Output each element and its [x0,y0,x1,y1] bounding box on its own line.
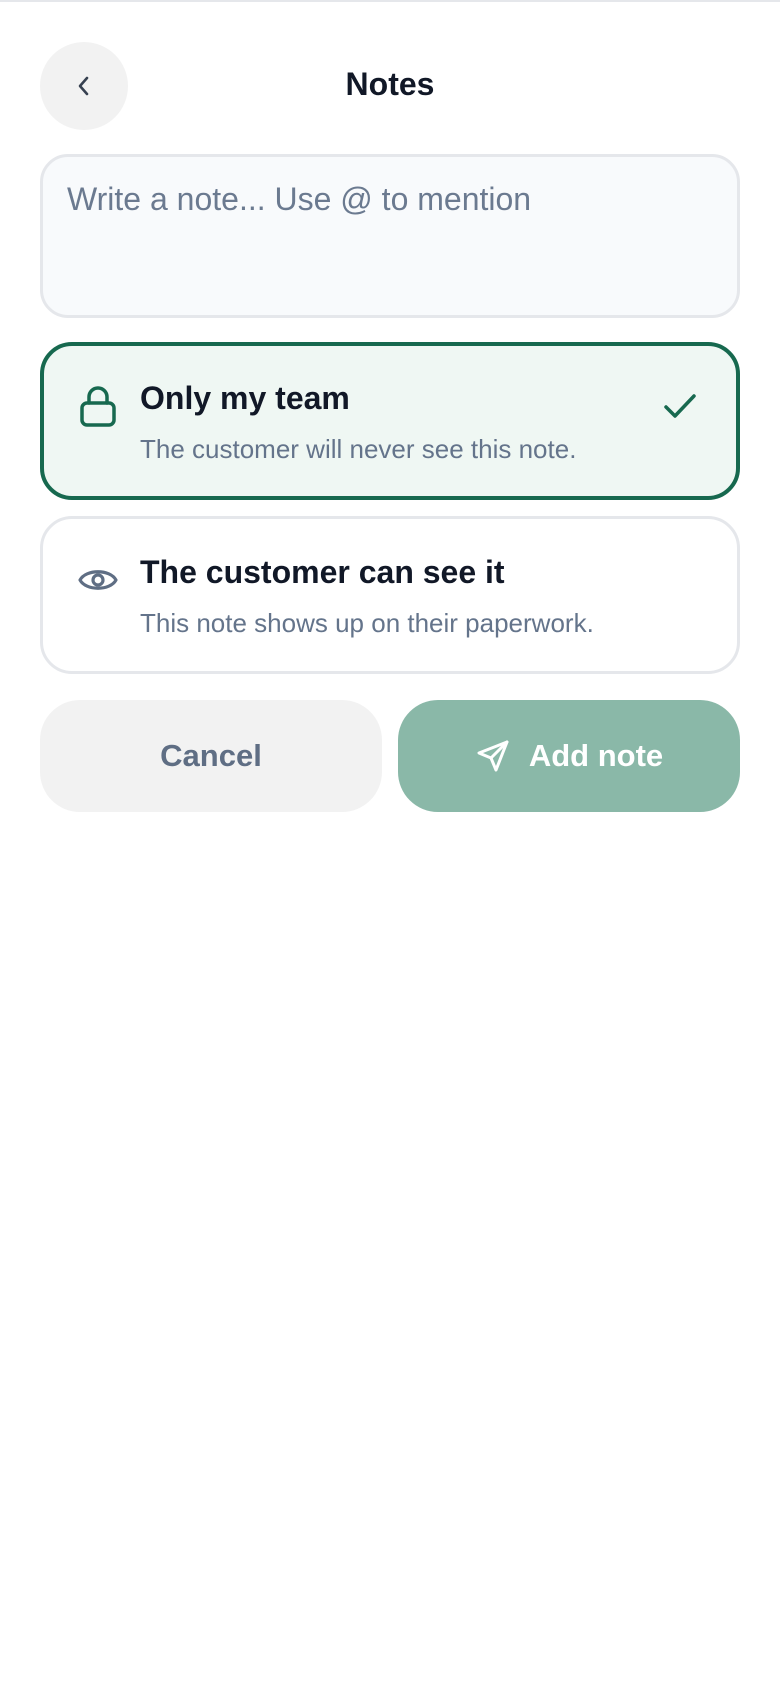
add-note-button[interactable]: Add note [398,700,740,812]
cancel-button-label: Cancel [160,738,262,773]
option-title: Only my team [140,380,350,416]
option-title: The customer can see it [140,554,505,590]
send-icon [475,738,511,774]
checkmark-icon [660,386,700,426]
option-description: The customer will never see this note. [140,434,577,464]
visibility-option-team[interactable]: Only my team The customer will never see… [40,342,740,500]
eye-icon [76,558,120,602]
page-title: Notes [345,66,435,102]
note-input[interactable] [40,154,740,318]
add-note-button-label: Add note [528,738,664,773]
cancel-button[interactable]: Cancel [40,700,382,812]
lock-icon [76,384,120,428]
visibility-option-customer[interactable]: The customer can see it This note shows … [40,516,740,674]
option-description: This note shows up on their paperwork. [140,608,594,638]
header: Notes [0,0,780,170]
